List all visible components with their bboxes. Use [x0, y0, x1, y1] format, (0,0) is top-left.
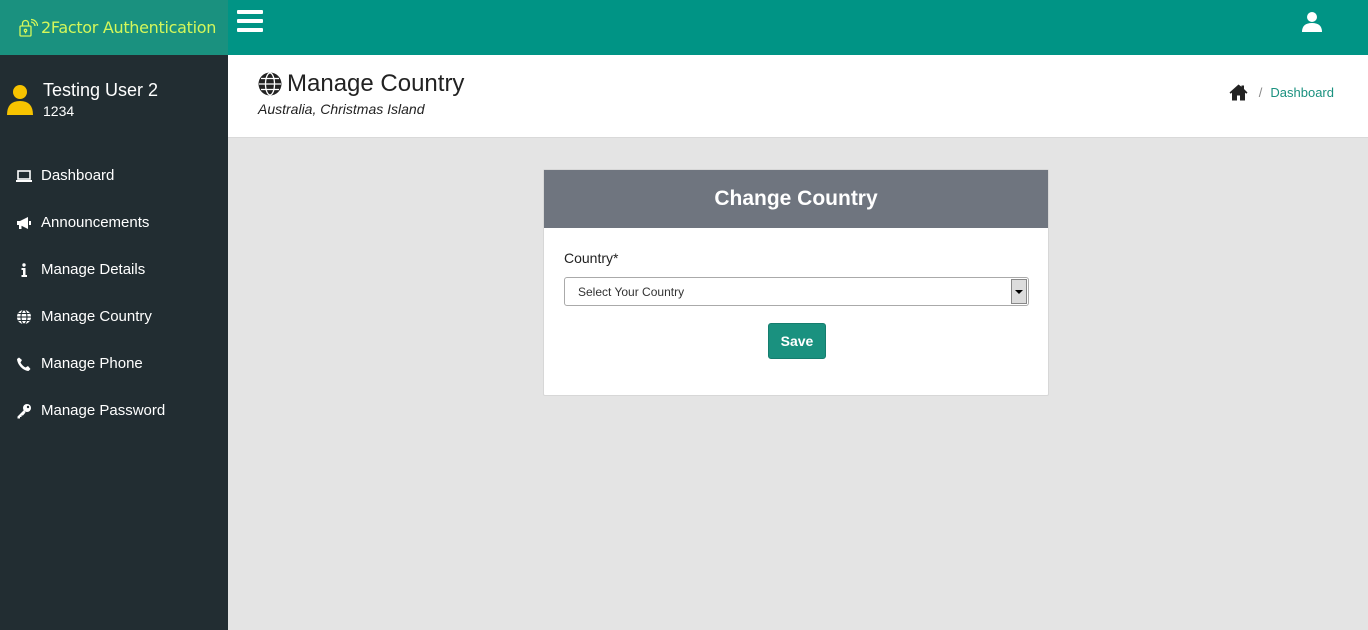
- sidebar-item-manage-country[interactable]: Manage Country: [0, 293, 228, 340]
- page-title: Manage Country: [258, 70, 464, 98]
- sidebar-item-announcements[interactable]: Announcements: [0, 199, 228, 246]
- sidebar-item-label: Manage Phone: [41, 355, 143, 372]
- sidebar-item-dashboard[interactable]: Dashboard: [0, 152, 228, 199]
- sidebar-item-manage-password[interactable]: Manage Password: [0, 387, 228, 434]
- key-icon: [15, 403, 33, 419]
- change-country-card: Change Country Country* Select Your Coun…: [543, 169, 1049, 396]
- card-heading: Change Country: [544, 170, 1048, 228]
- breadcrumb-dashboard-link[interactable]: Dashboard: [1270, 85, 1334, 100]
- lock-icon: [19, 18, 38, 37]
- sidebar-item-label: Manage Password: [41, 402, 166, 419]
- home-icon[interactable]: [1229, 84, 1248, 101]
- sidebar-item-label: Manage Details: [41, 261, 146, 278]
- page-title-text: Manage Country: [287, 70, 465, 97]
- sidebar-nav: Dashboard Announcements Manage Details M…: [0, 152, 228, 434]
- breadcrumb: / Dashboard: [1229, 84, 1334, 101]
- menu-toggle-icon[interactable]: [237, 10, 263, 34]
- user-icon: [7, 85, 33, 115]
- sidebar-item-label: Dashboard: [41, 167, 115, 184]
- dropdown-arrow-icon[interactable]: [1011, 279, 1027, 304]
- top-navbar: [228, 0, 1368, 55]
- user-name: Testing User 2: [43, 80, 159, 100]
- globe-icon: [258, 72, 282, 96]
- breadcrumb-separator: /: [1258, 85, 1263, 100]
- country-label: Country*: [564, 250, 619, 266]
- brand-logo[interactable]: 2Factor Authentication: [0, 0, 228, 55]
- globe-icon: [15, 308, 33, 325]
- country-select-value: Select Your Country: [578, 285, 685, 299]
- sidebar-item-label: Manage Country: [41, 308, 152, 325]
- megaphone-icon: [15, 215, 33, 231]
- sidebar-item-label: Announcements: [41, 214, 150, 231]
- save-button[interactable]: Save: [768, 323, 826, 359]
- content-header: Manage Country Australia, Christmas Isla…: [228, 55, 1368, 138]
- phone-icon: [15, 356, 33, 372]
- info-icon: [15, 262, 33, 278]
- laptop-icon: [15, 168, 33, 184]
- sidebar-item-manage-details[interactable]: Manage Details: [0, 246, 228, 293]
- sidebar-item-manage-phone[interactable]: Manage Phone: [0, 340, 228, 387]
- user-panel: Testing User 2 1234: [0, 55, 228, 145]
- brand-title: 2Factor Authentication: [41, 18, 217, 37]
- country-select[interactable]: Select Your Country: [564, 277, 1029, 306]
- user-id: 1234: [43, 103, 75, 119]
- user-menu-icon[interactable]: [1301, 11, 1323, 33]
- sidebar: 2Factor Authentication Testing User 2 12…: [0, 0, 228, 630]
- page-subtitle: Australia, Christmas Island: [258, 101, 425, 117]
